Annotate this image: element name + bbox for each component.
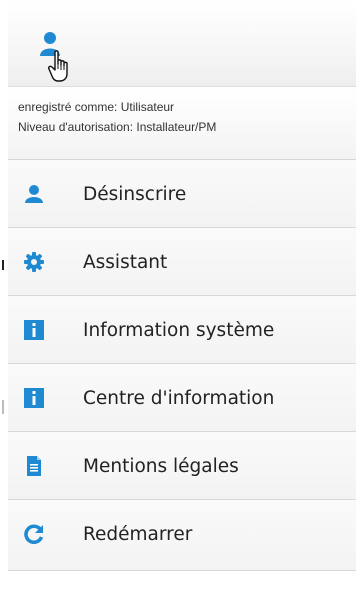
edge-marker [2, 400, 4, 414]
menu-item-logout[interactable]: Désinscrire [8, 160, 356, 228]
menu-item-assistant[interactable]: Assistant [8, 228, 356, 296]
info-icon [24, 320, 44, 340]
menu-item-label: Redémarrer [83, 524, 193, 545]
menu-item-label: Information système [83, 320, 275, 341]
user-menu: Désinscrire Assistant Information systèm… [8, 160, 356, 571]
menu-header [8, 0, 356, 87]
left-edge [0, 0, 8, 592]
user-menu-page: enregistré comme: Utilisateur Niveau d'a… [0, 0, 356, 592]
refresh-icon [24, 524, 44, 544]
menu-item-system-info[interactable]: Information système [8, 296, 356, 364]
document-icon [27, 456, 41, 476]
menu-item-label: Désinscrire [83, 184, 187, 205]
info-icon [24, 388, 44, 408]
session-info: enregistré comme: Utilisateur Niveau d'a… [8, 87, 356, 160]
authorization-level-text: Niveau d'autorisation: Installateur/PM [18, 120, 217, 134]
menu-item-legal-notice[interactable]: Mentions légales [8, 432, 356, 500]
edge-marker [2, 260, 4, 270]
menu-item-label: Mentions légales [83, 456, 239, 477]
menu-item-label: Assistant [83, 252, 168, 273]
registered-as-text: enregistré comme: Utilisateur [18, 100, 175, 114]
hand-cursor-icon [48, 50, 68, 82]
user-menu-button[interactable] [38, 30, 74, 82]
menu-item-label: Centre d'information [83, 388, 275, 409]
gear-icon [24, 252, 44, 272]
menu-item-restart[interactable]: Redémarrer [8, 500, 356, 571]
menu-item-info-center[interactable]: Centre d'information [8, 364, 356, 432]
user-icon [25, 185, 43, 203]
